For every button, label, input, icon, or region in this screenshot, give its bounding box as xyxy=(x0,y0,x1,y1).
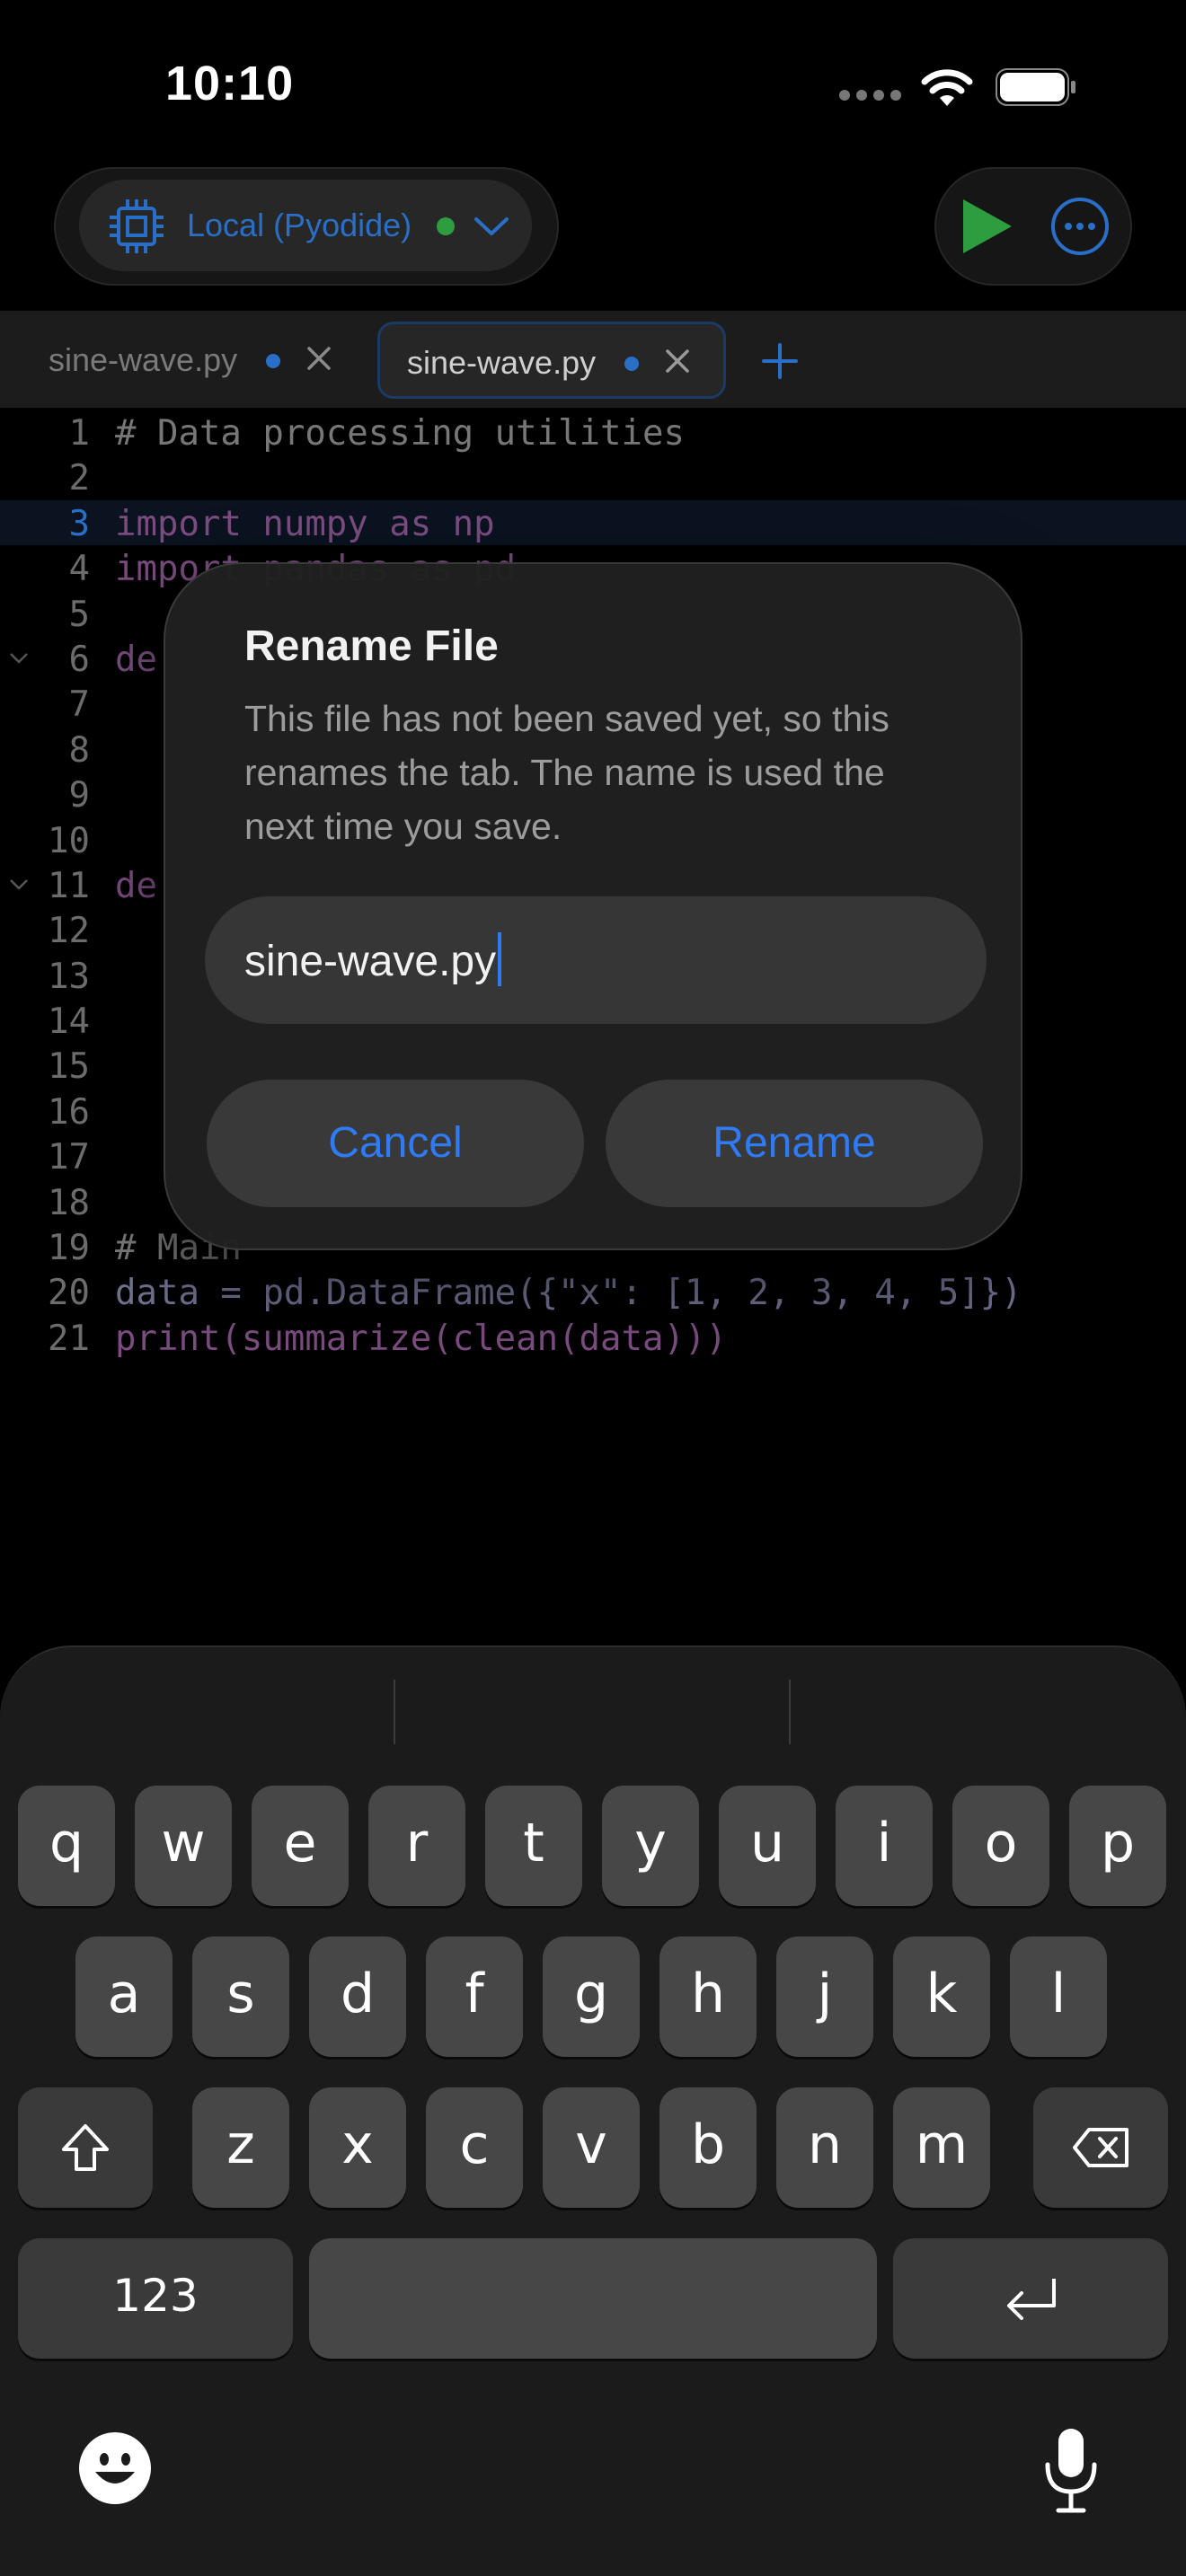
line-number: 18 xyxy=(48,1182,90,1223)
close-icon[interactable] xyxy=(304,343,334,374)
key-s[interactable]: s xyxy=(192,1936,289,2057)
cpu-chip-icon xyxy=(110,199,164,253)
runtime-label: Local (Pyodide) xyxy=(187,207,412,243)
numbers-key[interactable]: 123 xyxy=(18,2238,293,2359)
key-h[interactable]: h xyxy=(659,1936,757,2057)
key-i[interactable]: i xyxy=(836,1786,933,1906)
line-number: 15 xyxy=(48,1046,90,1088)
tab-label: sine-wave.py xyxy=(407,344,597,381)
line-number: 1 xyxy=(68,413,90,454)
key-p[interactable]: p xyxy=(1069,1786,1166,1906)
suggestion-divider xyxy=(789,1680,791,1744)
line-number: 11 xyxy=(48,865,90,906)
key-d[interactable]: d xyxy=(309,1936,406,2057)
key-j[interactable]: j xyxy=(776,1936,873,2057)
line-number: 17 xyxy=(48,1137,90,1178)
code-line: 2 xyxy=(0,454,1186,499)
key-a[interactable]: a xyxy=(75,1936,173,2057)
code-text: de xyxy=(115,639,157,680)
line-number: 9 xyxy=(68,775,90,816)
line-number: 14 xyxy=(48,1001,90,1043)
code-line: 20 data = pd.DataFrame({"x": [1, 2, 3, 4,… xyxy=(0,1269,1186,1314)
delete-icon xyxy=(1073,2128,1128,2167)
line-number: 10 xyxy=(48,820,90,861)
key-r[interactable]: r xyxy=(368,1786,465,1906)
line-number: 6 xyxy=(68,639,90,680)
chevron-down-icon xyxy=(474,217,509,235)
shift-key[interactable] xyxy=(18,2087,153,2208)
code-line-active: 3 import numpy as np xyxy=(0,499,1186,546)
add-tab-icon[interactable] xyxy=(760,341,800,381)
cellular-signal-icon xyxy=(839,90,902,101)
key-y[interactable]: y xyxy=(602,1786,699,1906)
microphone-icon[interactable] xyxy=(1042,2425,1100,2515)
line-number: 16 xyxy=(48,1091,90,1133)
key-u[interactable]: u xyxy=(719,1786,816,1906)
key-e[interactable]: e xyxy=(252,1786,349,1906)
code-text: # Data processing utilities xyxy=(115,413,685,454)
unsaved-indicator xyxy=(624,357,639,371)
close-icon[interactable] xyxy=(662,346,693,376)
line-number: 3 xyxy=(68,503,90,544)
emoji-icon[interactable] xyxy=(77,2430,153,2506)
key-k[interactable]: k xyxy=(893,1936,990,2057)
key-w[interactable]: w xyxy=(135,1786,232,1906)
rename-file-dialog: Rename File This file has not been saved… xyxy=(164,562,1022,1250)
code-text: data = pd.DataFrame({"x": [1, 2, 3, 4, 5… xyxy=(115,1273,1022,1314)
line-number: 20 xyxy=(48,1273,90,1314)
return-key[interactable] xyxy=(893,2238,1168,2359)
dialog-message: This file has not been saved yet, so thi… xyxy=(244,698,890,847)
key-f[interactable]: f xyxy=(426,1936,523,2057)
key-x[interactable]: x xyxy=(309,2087,406,2208)
filename-input[interactable]: sine-wave.py xyxy=(205,896,987,1024)
tab-label: sine-wave.py xyxy=(49,341,238,378)
key-g[interactable]: g xyxy=(543,1936,640,2057)
play-icon[interactable] xyxy=(954,196,1015,257)
shift-icon xyxy=(62,2124,109,2171)
more-options-icon[interactable] xyxy=(1049,196,1111,257)
runtime-status-dot xyxy=(437,217,455,235)
wifi-icon xyxy=(921,69,973,106)
cancel-button[interactable]: Cancel xyxy=(207,1080,584,1207)
key-o[interactable]: o xyxy=(952,1786,1049,1906)
suggestion-divider xyxy=(394,1680,395,1744)
delete-key[interactable] xyxy=(1033,2087,1168,2208)
line-number: 13 xyxy=(48,956,90,997)
line-number: 19 xyxy=(48,1228,90,1269)
text-caret xyxy=(498,932,502,986)
code-text: de xyxy=(115,865,157,906)
key-t[interactable]: t xyxy=(485,1786,582,1906)
key-c[interactable]: c xyxy=(426,2087,523,2208)
filename-value: sine-wave.py xyxy=(244,938,497,985)
key-m[interactable]: m xyxy=(893,2087,990,2208)
key-b[interactable]: b xyxy=(659,2087,757,2208)
line-number: 8 xyxy=(68,729,90,771)
return-icon xyxy=(1007,2279,1056,2320)
line-number: 12 xyxy=(48,911,90,952)
status-time: 10:10 xyxy=(165,57,295,110)
dialog-title: Rename File xyxy=(244,622,499,670)
key-n[interactable]: n xyxy=(776,2087,873,2208)
code-line: 21 print(summarize(clean(data))) xyxy=(0,1315,1186,1360)
line-number: 7 xyxy=(68,684,90,726)
space-key[interactable] xyxy=(309,2238,877,2359)
battery-icon xyxy=(996,68,1075,106)
key-l[interactable]: l xyxy=(1010,1936,1107,2057)
line-number: 5 xyxy=(68,594,90,635)
line-number: 2 xyxy=(68,458,90,499)
rename-button[interactable]: Rename xyxy=(606,1080,983,1207)
code-text: import numpy as np xyxy=(115,503,495,544)
tab-sine-wave-2[interactable]: sine-wave.py xyxy=(377,322,726,399)
code-text: print(summarize(clean(data))) xyxy=(115,1318,727,1359)
key-z[interactable]: z xyxy=(192,2087,289,2208)
tab-sine-wave-1[interactable]: sine-wave.py xyxy=(0,322,368,399)
key-v[interactable]: v xyxy=(543,2087,640,2208)
key-q[interactable]: q xyxy=(18,1786,115,1906)
unsaved-indicator xyxy=(266,354,280,368)
line-number: 4 xyxy=(68,549,90,590)
code-line: 1 # Data processing utilities xyxy=(0,410,1186,454)
line-number: 21 xyxy=(48,1318,90,1359)
